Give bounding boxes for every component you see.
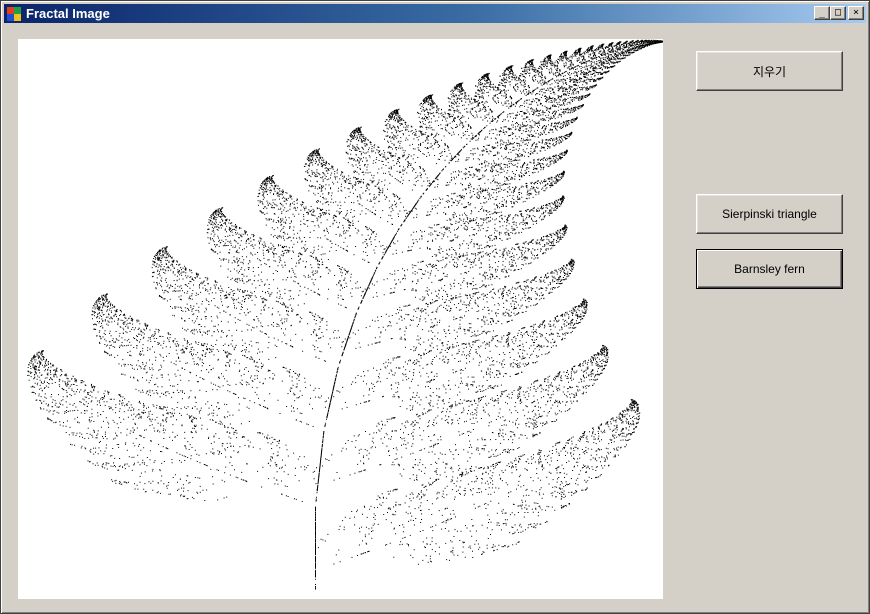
fern-points [27, 39, 663, 590]
clear-button[interactable]: 지우기 [696, 51, 843, 91]
barnsley-fern-image [27, 39, 663, 590]
barnsley-fern-button[interactable]: Barnsley fern [696, 249, 843, 289]
window-title: Fractal Image [26, 6, 110, 21]
form-icon [6, 6, 22, 22]
title-bar[interactable]: Fractal Image _ □ × [4, 4, 866, 23]
maximize-icon: □ [834, 7, 842, 18]
clear-button-label: 지우기 [752, 64, 787, 79]
minimize-button[interactable]: _ [814, 6, 830, 20]
close-button[interactable]: × [848, 6, 864, 20]
sierpinski-button-label: Sierpinski triangle [722, 207, 817, 221]
close-icon: × [852, 7, 860, 18]
sierpinski-triangle-button[interactable]: Sierpinski triangle [696, 194, 843, 234]
app-window: Fractal Image _ □ × 지우기 Sierpinski trian… [0, 0, 870, 614]
fractal-canvas[interactable] [18, 39, 663, 599]
maximize-button[interactable]: □ [830, 6, 846, 20]
barnsley-button-label: Barnsley fern [734, 262, 805, 276]
minimize-icon: _ [818, 7, 826, 18]
window-controls: _ □ × [814, 6, 864, 20]
